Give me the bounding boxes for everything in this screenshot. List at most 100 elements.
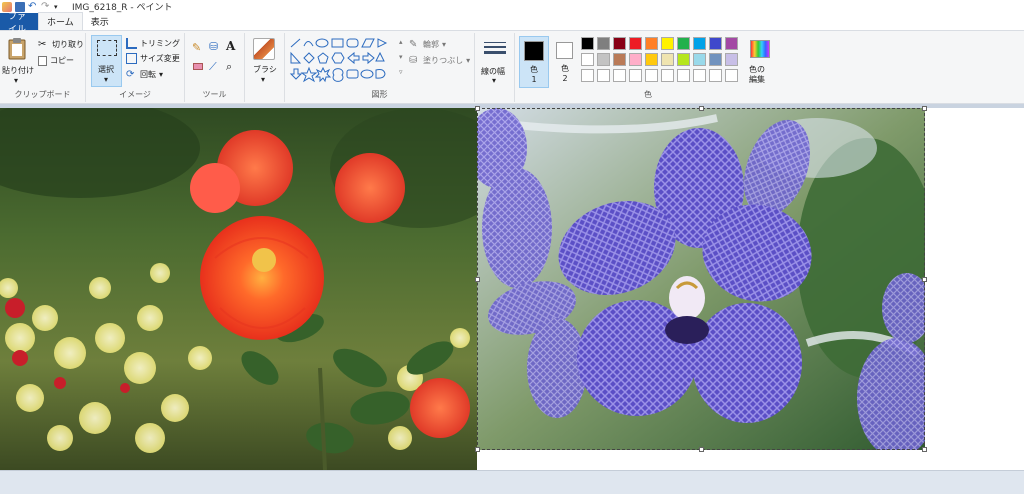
colors-group: 色 1 色 2 色の 編集 色 [515, 33, 781, 102]
colors-group-label: 色 [644, 90, 652, 99]
palette-swatch[interactable] [661, 37, 674, 50]
select-button[interactable]: 選択 ▾ [91, 35, 122, 87]
scissors-icon: ✂ [38, 39, 47, 50]
customize-quick-access-icon[interactable]: ▾ [54, 2, 64, 12]
brushes-group: ブラシ ▾ [245, 33, 285, 102]
pencil-icon[interactable]: ✎ [192, 41, 201, 54]
edit-colors-button[interactable]: 色の 編集 [746, 36, 778, 88]
ribbon: 貼り付け ▾ ✂ 切り取り コピー クリップボード 選択 ▾ トリミング サイズ… [0, 31, 1024, 104]
palette-swatch[interactable] [725, 37, 738, 50]
outline-dropdown-icon: ▾ [442, 40, 447, 49]
palette-swatch[interactable] [725, 53, 738, 66]
tab-home[interactable]: ホーム [38, 12, 83, 30]
palette-swatch[interactable] [709, 53, 722, 66]
shapes-expand-icon[interactable]: ▿ [399, 68, 403, 76]
selection-handle-n[interactable] [699, 106, 704, 111]
selection-handle-w[interactable] [475, 277, 480, 282]
edit-colors-icon [750, 40, 770, 58]
cut-label: 切り取り [52, 40, 84, 49]
clipboard-icon [8, 38, 26, 60]
palette-swatch[interactable] [677, 53, 690, 66]
crop-button[interactable]: トリミング [126, 38, 180, 49]
rotate-icon: ⟳ [126, 69, 135, 80]
status-bar [0, 470, 1024, 494]
line-width-icon [484, 41, 506, 57]
palette-swatch[interactable] [661, 69, 674, 82]
selection-handle-e[interactable] [922, 277, 927, 282]
palette-swatch[interactable] [709, 37, 722, 50]
rotate-button[interactable]: ⟳ 回転 ▾ [126, 69, 163, 80]
fill-bucket-icon[interactable]: ⛁ [209, 40, 218, 53]
window-title: IMG_6218_R - ペイント [72, 3, 173, 13]
brush-dropdown-icon: ▾ [261, 75, 266, 84]
palette-swatch[interactable] [709, 69, 722, 82]
palette-swatch[interactable] [645, 53, 658, 66]
copy-icon [38, 55, 47, 66]
text-icon[interactable]: A [226, 39, 235, 53]
palette-swatch[interactable] [661, 53, 674, 66]
palette-swatch[interactable] [581, 53, 594, 66]
palette-swatch[interactable] [629, 69, 642, 82]
shapes-gallery[interactable] [288, 37, 398, 85]
palette-swatch[interactable] [645, 37, 658, 50]
tools-group-label: ツール [202, 90, 227, 99]
copy-label: コピー [50, 56, 74, 65]
palette-swatch[interactable] [597, 69, 610, 82]
magnifier-icon[interactable]: ⌕ [226, 60, 232, 74]
shapes-gallery-icons [289, 38, 388, 83]
edit-colors-label: 色の 編集 [749, 65, 765, 84]
resize-icon [126, 53, 137, 64]
clipboard-group-label: クリップボード [14, 90, 71, 99]
shapes-scroll-down-icon[interactable]: ▾ [399, 53, 403, 61]
palette-swatch[interactable] [693, 69, 706, 82]
selection-handle-s[interactable] [699, 447, 704, 452]
selection-handle-ne[interactable] [922, 106, 927, 111]
selection-handle-nw[interactable] [475, 106, 480, 111]
palette-swatch[interactable] [613, 69, 626, 82]
palette-swatch[interactable] [581, 69, 594, 82]
ribbon-tabs: ファイル ホーム 表示 [0, 12, 1024, 35]
brushes-button[interactable]: ブラシ ▾ [249, 35, 281, 87]
tab-file[interactable]: ファイル [0, 12, 38, 35]
fill-button[interactable]: ⛁ 塗りつぶし ▾ [409, 55, 470, 66]
palette-swatch[interactable] [613, 53, 626, 66]
fill-dropdown-icon: ▾ [466, 56, 471, 65]
palette-swatch[interactable] [693, 37, 706, 50]
color2-button[interactable]: 色 2 [552, 36, 578, 88]
palette-swatch[interactable] [597, 37, 610, 50]
palette-swatch[interactable] [629, 53, 642, 66]
palette-swatch[interactable] [629, 37, 642, 50]
size-button[interactable]: 線の幅 ▾ [478, 36, 512, 85]
eraser-icon[interactable] [193, 63, 203, 70]
palette-swatch[interactable] [693, 53, 706, 66]
fill-icon: ⛁ [409, 55, 418, 66]
color1-button[interactable]: 色 1 [519, 36, 549, 88]
palette-swatch[interactable] [725, 69, 738, 82]
palette-swatch[interactable] [597, 53, 610, 66]
palette-swatch[interactable] [581, 37, 594, 50]
title-bar: ↶ ↷ ▾ IMG_6218_R - ペイント [0, 0, 1024, 13]
color1-label: 色 1 [530, 65, 538, 84]
color2-label: 色 2 [561, 64, 569, 83]
drawing-canvas[interactable] [0, 106, 1024, 470]
color-picker-icon[interactable]: ⟋ [209, 60, 217, 74]
resize-button[interactable]: サイズ変更 [126, 53, 180, 64]
tools-group: ✎ ⛁ A ⟋ ⌕ ツール [185, 33, 245, 102]
palette-swatch[interactable] [677, 37, 690, 50]
tab-view[interactable]: 表示 [83, 13, 117, 30]
palette-swatch[interactable] [677, 69, 690, 82]
image-group-label: イメージ [119, 90, 151, 99]
paste-button[interactable]: 貼り付け ▾ [2, 35, 34, 85]
copy-button[interactable]: コピー [38, 55, 74, 66]
palette-swatch[interactable] [645, 69, 658, 82]
shapes-scroll-up-icon[interactable]: ▴ [399, 38, 403, 46]
palette-swatch[interactable] [613, 37, 626, 50]
outline-button[interactable]: ✎ 輪郭 ▾ [409, 39, 446, 50]
selection-handle-se[interactable] [922, 447, 927, 452]
size-group: 線の幅 ▾ [475, 33, 515, 102]
resize-label: サイズ変更 [140, 54, 180, 63]
cut-button[interactable]: ✂ 切り取り [38, 39, 84, 50]
selection-handle-sw[interactable] [475, 447, 480, 452]
redo-icon[interactable]: ↷ [41, 1, 51, 12]
fill-label: 塗りつぶし [423, 56, 464, 65]
